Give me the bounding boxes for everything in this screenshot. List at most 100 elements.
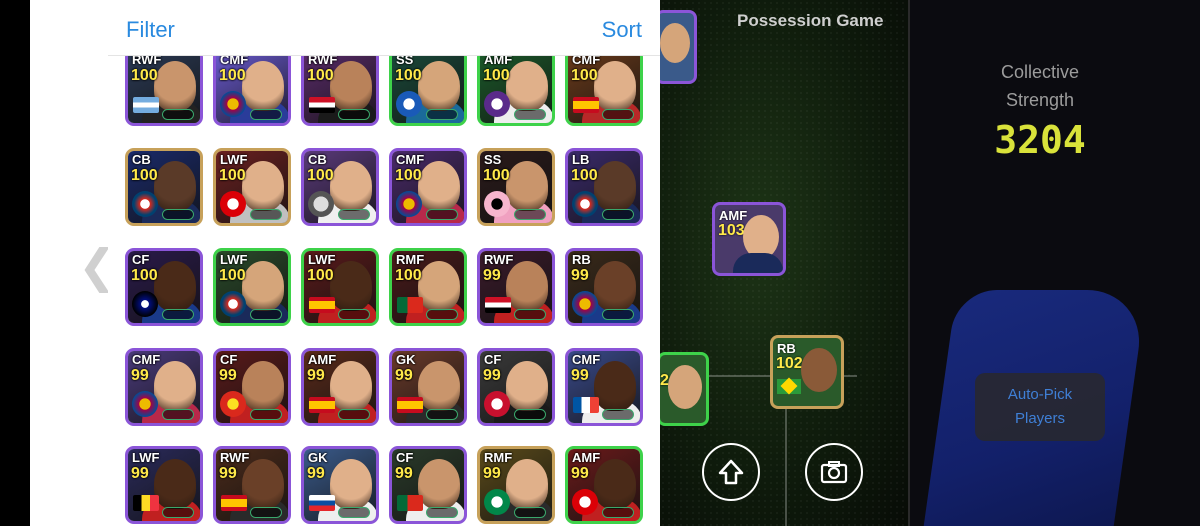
pitch-player-card[interactable] — [655, 10, 697, 84]
player-card[interactable]: GK 99 — [301, 446, 379, 524]
player-card[interactable]: RMF 99 — [477, 446, 555, 524]
left-edge — [0, 0, 30, 526]
collective-label-line: Collective — [1000, 62, 1080, 82]
player-card[interactable]: RWF 100 — [301, 48, 379, 126]
player-photo — [594, 459, 636, 509]
player-photo — [330, 161, 372, 211]
player-card[interactable]: RWF 99 — [477, 248, 555, 326]
player-position: GK — [396, 352, 416, 367]
club-badge-icon — [220, 191, 246, 217]
player-rating: 99 — [131, 465, 149, 482]
player-card[interactable]: RMF 100 — [389, 248, 467, 326]
card-tag — [602, 209, 634, 220]
player-card[interactable]: CMF 99 — [565, 348, 643, 426]
nation-flag-icon — [397, 495, 423, 511]
player-rating: 100 — [395, 267, 422, 284]
card-tag — [426, 507, 458, 518]
player-card[interactable]: CF 99 — [389, 446, 467, 524]
player-card[interactable]: AMF 100 — [477, 48, 555, 126]
player-photo — [242, 459, 284, 509]
player-rating: 100 — [483, 167, 510, 184]
card-tag — [514, 507, 546, 518]
player-photo — [506, 459, 548, 509]
player-rating: 100 — [131, 67, 158, 84]
pitch-player-card[interactable]: 2 — [657, 352, 709, 426]
player-rating: 99 — [395, 465, 413, 482]
collective-strength-label: Collective Strength — [975, 58, 1105, 114]
player-rating: 99 — [219, 465, 237, 482]
player-card[interactable]: RWF 99 — [213, 446, 291, 524]
player-card[interactable]: CB 100 — [301, 148, 379, 226]
player-rating: 100 — [307, 67, 334, 84]
player-photo — [154, 161, 196, 211]
card-tag — [162, 209, 194, 220]
club-badge-icon — [572, 191, 598, 217]
card-tag — [250, 409, 282, 420]
nation-flag-icon — [309, 97, 335, 113]
camera-button[interactable] — [805, 443, 863, 501]
player-card[interactable]: SS 100 — [477, 148, 555, 226]
card-tag — [162, 409, 194, 420]
player-photo — [330, 261, 372, 311]
player-card[interactable]: LWF 100 — [213, 148, 291, 226]
nation-flag-icon — [397, 397, 423, 413]
card-tag — [426, 409, 458, 420]
club-badge-icon — [484, 391, 510, 417]
player-card[interactable]: LWF 100 — [213, 248, 291, 326]
player-rating: 100 — [219, 67, 246, 84]
player-card[interactable]: LWF 100 — [301, 248, 379, 326]
player-rating: 100 — [307, 167, 334, 184]
card-tag — [338, 209, 370, 220]
player-photo — [594, 61, 636, 111]
club-badge-icon — [572, 291, 598, 317]
player-rating: 99 — [571, 267, 589, 284]
pitch-player-card[interactable]: RB 102 — [770, 335, 844, 409]
nation-flag-icon — [397, 297, 423, 313]
player-card[interactable]: CF 99 — [213, 348, 291, 426]
player-card[interactable]: LWF 99 — [125, 446, 203, 524]
nation-flag-icon — [221, 495, 247, 511]
nation-flag-icon — [573, 97, 599, 113]
club-badge-icon — [572, 489, 598, 515]
pitch-player-card[interactable]: AMF 103 — [712, 202, 786, 276]
card-tag — [250, 309, 282, 320]
player-card[interactable]: RWF 100 — [125, 48, 203, 126]
player-position: RWF — [484, 252, 514, 267]
club-badge-icon — [132, 291, 158, 317]
auto-pick-label: Players — [1014, 410, 1066, 427]
player-card[interactable]: CMF 99 — [125, 348, 203, 426]
player-card[interactable]: RB 99 — [565, 248, 643, 326]
player-rating: 99 — [395, 367, 413, 384]
player-card[interactable]: AMF 99 — [301, 348, 379, 426]
filter-button[interactable]: Filter — [126, 17, 175, 43]
player-position: RB — [572, 252, 591, 267]
game-screen: Possession Game AMF 103 RB 102 2 Collect… — [0, 0, 1200, 526]
sort-button[interactable]: Sort — [602, 17, 642, 43]
player-rating: 100 — [219, 167, 246, 184]
player-card[interactable]: LB 100 — [565, 148, 643, 226]
player-position: CMF — [132, 352, 161, 367]
player-rating: 99 — [571, 465, 589, 482]
player-card[interactable]: CMF 100 — [389, 148, 467, 226]
player-photo — [418, 459, 460, 509]
upload-button[interactable] — [702, 443, 760, 501]
player-card[interactable]: AMF 99 — [565, 446, 643, 524]
player-photo — [154, 61, 196, 111]
club-badge-icon — [396, 91, 422, 117]
card-tag — [602, 309, 634, 320]
player-card[interactable]: SS 100 — [389, 48, 467, 126]
player-photo — [418, 361, 460, 411]
player-card[interactable]: CF 99 — [477, 348, 555, 426]
player-position: LB — [572, 152, 590, 167]
player-photo — [506, 261, 548, 311]
player-card[interactable]: CB 100 — [125, 148, 203, 226]
card-tag — [338, 309, 370, 320]
player-photo — [418, 161, 460, 211]
auto-pick-button[interactable]: Auto-Pick Players — [975, 373, 1105, 441]
club-badge-icon — [484, 489, 510, 515]
nation-flag-icon — [309, 397, 335, 413]
player-card[interactable]: CMF 100 — [565, 48, 643, 126]
player-card[interactable]: CMF 100 — [213, 48, 291, 126]
player-card[interactable]: CF 100 — [125, 248, 203, 326]
player-card[interactable]: GK 99 — [389, 348, 467, 426]
